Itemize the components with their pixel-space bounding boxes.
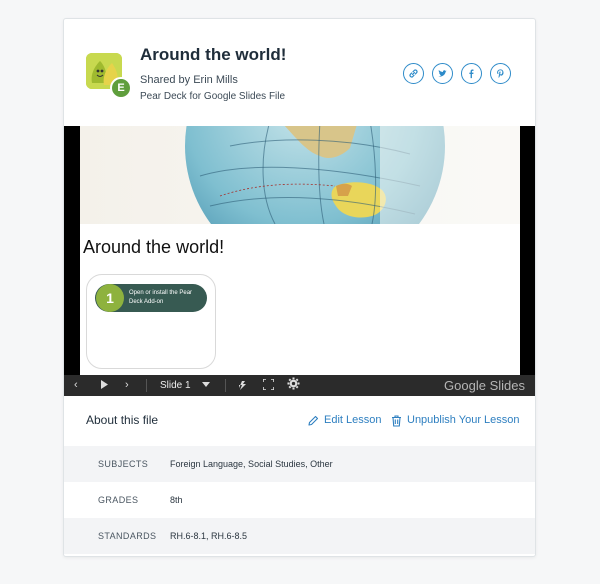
- about-label: About this file: [86, 413, 159, 427]
- slides-toolbar: ‹ › Slide 1 Google Slides: [64, 375, 535, 396]
- chevron-left-icon[interactable]: ‹: [74, 375, 78, 396]
- about-bar: About this file Edit Lesson Unpublish Yo…: [64, 396, 535, 446]
- fullscreen-icon[interactable]: [262, 375, 275, 396]
- twitter-icon[interactable]: [432, 63, 453, 84]
- globe-banner-image: [80, 126, 520, 224]
- file-type: Pear Deck for Google Slides File: [140, 91, 286, 102]
- pen-tool-icon[interactable]: [237, 375, 249, 396]
- chevron-down-icon[interactable]: [202, 375, 210, 396]
- detail-key: SUBJECTS: [98, 459, 149, 469]
- detail-key: STANDARDS: [98, 531, 157, 541]
- details-row-subjects: SUBJECTS Foreign Language, Social Studie…: [64, 446, 535, 482]
- play-icon[interactable]: [100, 375, 109, 396]
- addon-pill: 1 Open or install the Pear Deck Add-on: [95, 284, 207, 312]
- slide-preview[interactable]: Around the world! 1 Open or install the …: [64, 126, 535, 396]
- detail-value: 8th: [170, 495, 183, 505]
- details-row-standards: STANDARDS RH.6-8.1, RH.6-8.5: [64, 518, 535, 554]
- unpublish-lesson-label: Unpublish Your Lesson: [407, 414, 520, 426]
- detail-value: Foreign Language, Social Studies, Other: [170, 459, 333, 469]
- unpublish-lesson-button[interactable]: Unpublish Your Lesson: [391, 413, 520, 428]
- author-initial-badge: E: [110, 77, 132, 99]
- social-share: [403, 63, 511, 84]
- edit-lesson-label: Edit Lesson: [324, 414, 382, 426]
- toolbar-divider: [225, 379, 226, 392]
- addon-text: Open or install the Pear Deck Add-on: [129, 290, 193, 305]
- details-row-grades: GRADES 8th: [64, 482, 535, 518]
- shared-by: Shared by Erin Mills: [140, 74, 238, 86]
- link-icon[interactable]: [403, 63, 424, 84]
- detail-value: RH.6-8.1, RH.6-8.5: [170, 531, 248, 541]
- trash-icon: [392, 414, 401, 427]
- lesson-title: Around the world!: [140, 45, 287, 64]
- facebook-icon[interactable]: [461, 63, 482, 84]
- pencil-icon: [308, 415, 319, 426]
- chevron-right-icon[interactable]: ›: [125, 375, 129, 396]
- lesson-header: E Around the world! Shared by Erin Mills…: [64, 19, 535, 126]
- pinterest-icon[interactable]: [490, 63, 511, 84]
- slide-title: Around the world!: [83, 237, 225, 257]
- detail-key: GRADES: [98, 495, 139, 505]
- lesson-card: E Around the world! Shared by Erin Mills…: [63, 18, 536, 557]
- addon-instruction-card: 1 Open or install the Pear Deck Add-on: [86, 274, 216, 369]
- slide-canvas: Around the world! 1 Open or install the …: [80, 126, 520, 375]
- slide-selector[interactable]: Slide 1: [160, 375, 191, 396]
- avatar: E: [86, 53, 132, 99]
- google-slides-logo: Google Slides: [444, 378, 525, 393]
- step-number: 1: [96, 284, 124, 312]
- gear-icon[interactable]: [287, 375, 300, 396]
- toolbar-divider: [146, 379, 147, 392]
- edit-lesson-button[interactable]: Edit Lesson: [307, 413, 381, 428]
